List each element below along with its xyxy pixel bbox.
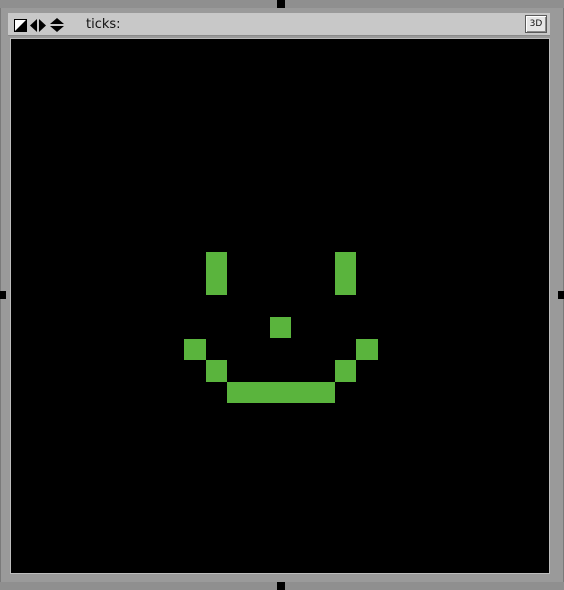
resize-handle-top[interactable] (277, 0, 285, 8)
vertical-arrows-icon[interactable] (50, 17, 64, 36)
resize-handle-right[interactable] (558, 291, 564, 299)
patch-right-eye (335, 252, 356, 295)
patch-nose (270, 317, 291, 338)
ticks-label: ticks: (86, 17, 121, 32)
horizontal-arrows-icon[interactable] (30, 17, 46, 36)
patch-mouth-left-top (184, 339, 206, 360)
view-3d-button[interactable]: 3D (525, 15, 547, 33)
patch-left-eye (206, 252, 227, 295)
world-view[interactable] (10, 38, 550, 574)
patch-mouth-right-mid (335, 360, 356, 382)
view-toolbar: ticks: 3D (8, 13, 550, 36)
edit-icon[interactable] (14, 17, 27, 36)
patch-mouth-left-mid (206, 360, 227, 382)
resize-handle-bottom[interactable] (277, 582, 285, 590)
patch-mouth-right-top (356, 339, 378, 360)
patch-mouth-bottom (227, 382, 335, 403)
resize-handle-left[interactable] (0, 291, 6, 299)
